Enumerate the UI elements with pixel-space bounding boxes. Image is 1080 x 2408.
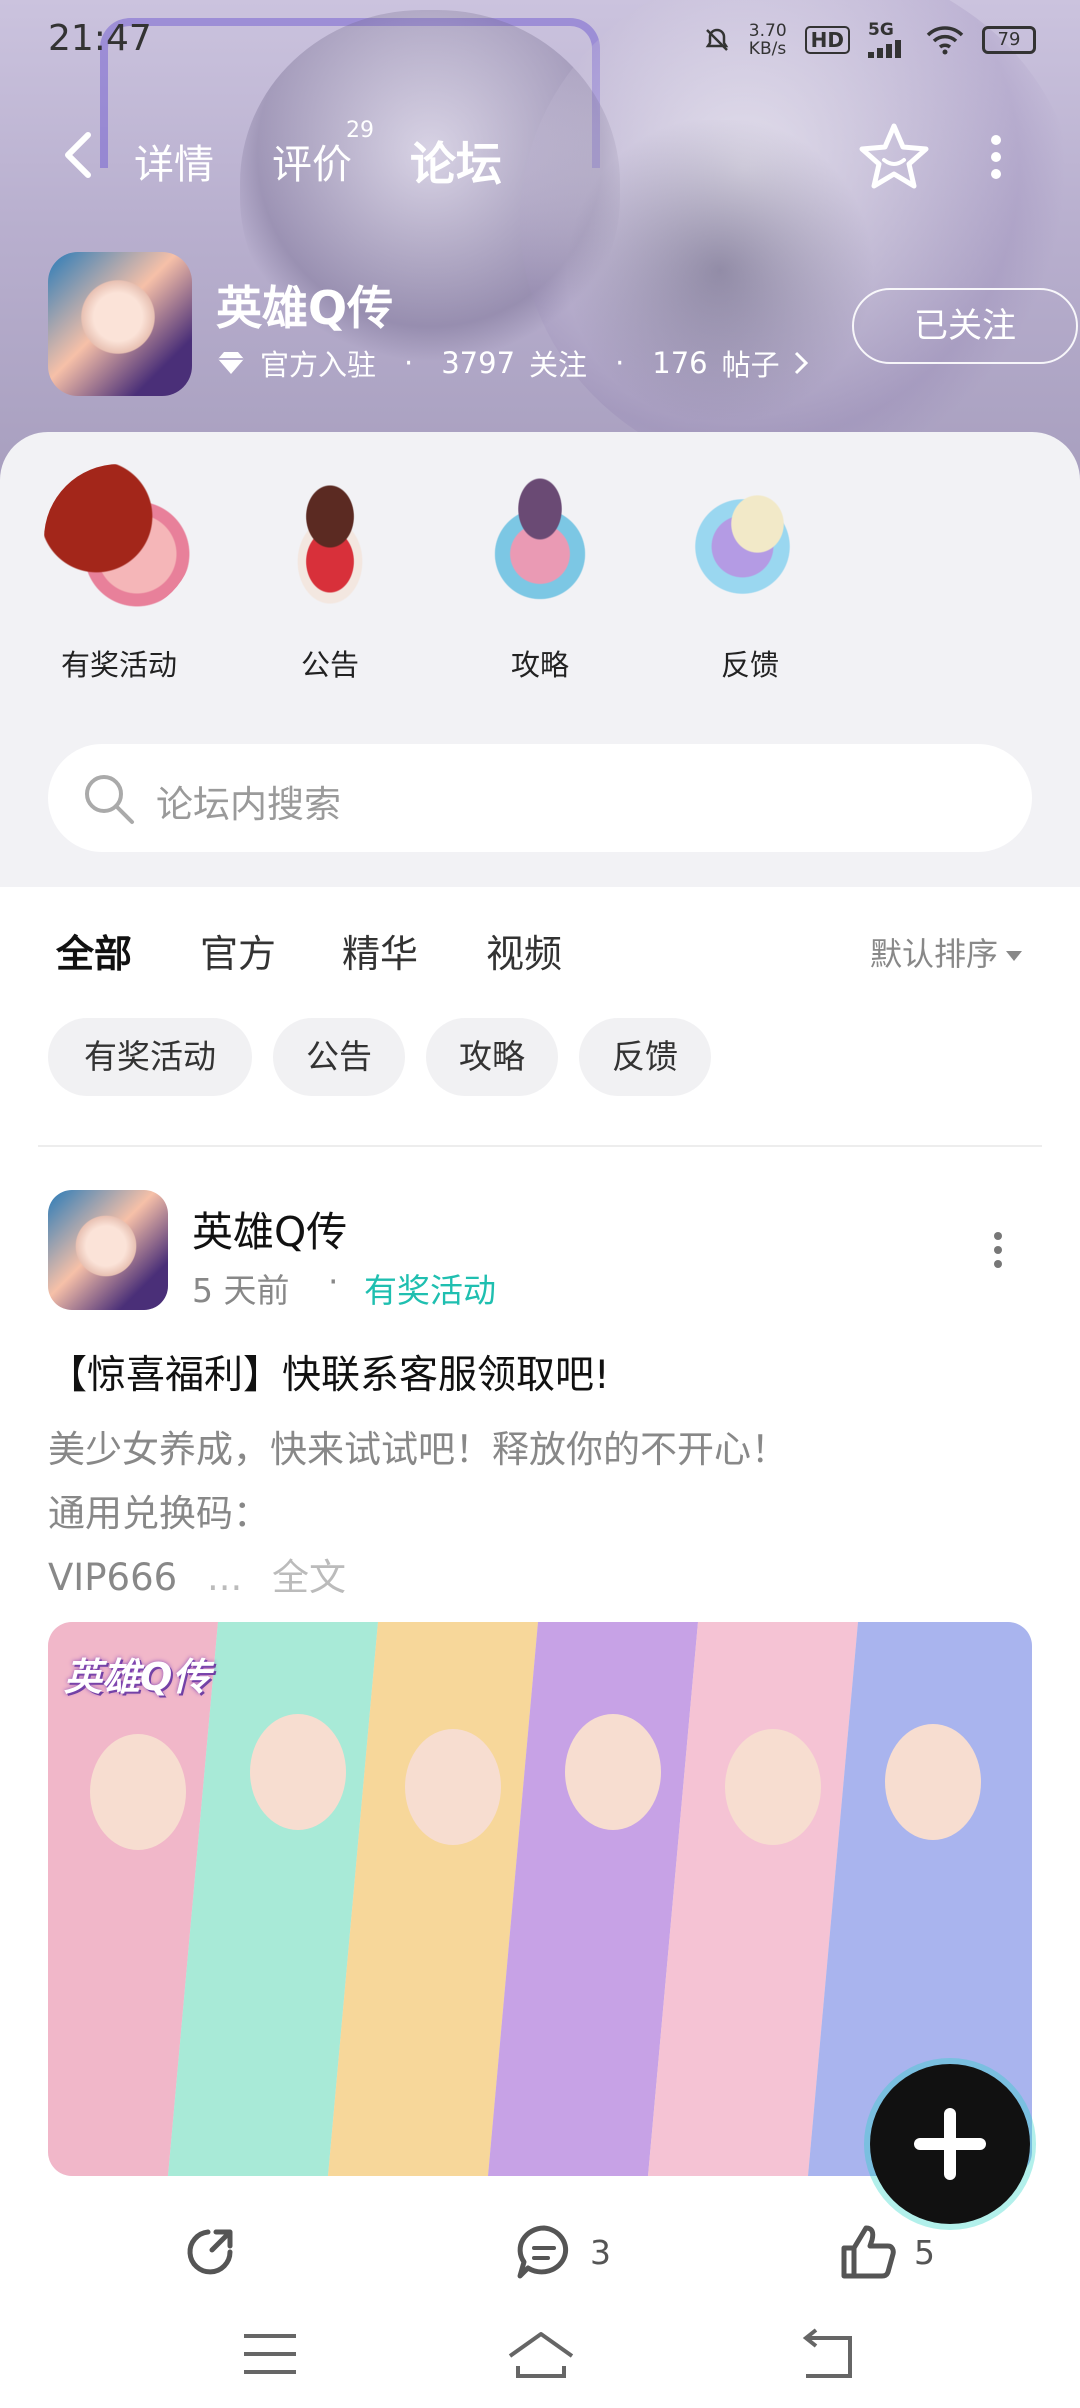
tab-details[interactable]: 详情 <box>134 132 214 190</box>
post-separator: · <box>328 1262 339 1301</box>
chip-rewards[interactable]: 有奖活动 <box>48 1018 252 1096</box>
followed-button[interactable]: 已关注 <box>852 288 1078 364</box>
system-navigation-bar <box>0 2300 1080 2408</box>
game-icon[interactable] <box>48 252 192 396</box>
comment-icon <box>517 2225 569 2279</box>
filter-tab-featured[interactable]: 精华 <box>342 923 418 978</box>
thumbs-up-icon <box>841 2225 896 2279</box>
divider <box>38 1145 1042 1147</box>
tab-forum[interactable]: 论坛 <box>410 128 502 198</box>
menu-icon[interactable] <box>240 2326 300 2382</box>
mute-icon <box>705 28 729 51</box>
category-label: 有奖活动 <box>60 648 177 682</box>
forum-panel: 有奖活动 公告 攻略 反馈 论坛内搜索 <box>0 432 1080 887</box>
follow-label: 关注 <box>529 348 588 382</box>
post-title[interactable]: 【惊喜福利】快联系客服领取吧! <box>48 1344 610 1400</box>
post-body-line: 美少女养成，快来试试吧！释放你的不开心！ <box>48 1428 788 1471</box>
chip-announcements[interactable]: 公告 <box>273 1018 405 1096</box>
tag-chips: 有奖活动 公告 攻略 反馈 <box>0 1018 1080 1098</box>
post-image-art <box>48 1622 1032 2176</box>
game-meta: 官方入驻 · 3797 关注 · 176 帖子 <box>216 342 808 384</box>
category-shortcuts: 有奖活动 公告 攻略 反馈 <box>0 464 1080 684</box>
guides-character-image <box>465 464 615 614</box>
post-author-name[interactable]: 英雄Q传 <box>192 1198 347 1258</box>
sort-dropdown[interactable]: 默认排序 <box>870 929 1023 975</box>
status-icons: 3.70 KB/s HD 5G 79 <box>703 22 1036 58</box>
category-label: 反馈 <box>720 648 779 682</box>
read-full-link[interactable]: 全文 <box>272 1556 346 1599</box>
more-options-icon[interactable] <box>986 132 1006 182</box>
top-navigation: 详情 评价 29 论坛 <box>0 110 1080 200</box>
post-tag[interactable]: 有奖活动 <box>364 1264 496 1312</box>
dropdown-caret-icon <box>1006 951 1023 961</box>
post-body[interactable]: 美少女养成，快来试试吧！释放你的不开心！ 通用兑换码： VIP666 ... 全… <box>48 1418 788 1610</box>
filter-tab-video[interactable]: 视频 <box>486 923 562 978</box>
chip-guides[interactable]: 攻略 <box>426 1018 558 1096</box>
post-time: 5 天前 <box>192 1271 290 1310</box>
favorite-star-icon[interactable] <box>858 120 930 192</box>
search-icon <box>85 775 134 824</box>
signal-icon: 5G <box>868 22 908 58</box>
review-count: 29 <box>346 118 374 143</box>
category-rewards[interactable]: 有奖活动 <box>34 464 204 684</box>
post-author-avatar[interactable] <box>48 1190 168 1310</box>
share-button[interactable] <box>180 2222 240 2282</box>
feedback-character-image <box>675 464 825 614</box>
chevron-right-icon <box>794 351 808 375</box>
chip-feedback[interactable]: 反馈 <box>579 1018 711 1096</box>
follow-count: 3797 <box>441 346 516 380</box>
ellipsis: ... <box>206 1556 243 1599</box>
back-nav-icon[interactable] <box>796 2326 856 2382</box>
status-bar: 21:47 3.70 KB/s HD 5G 79 <box>0 0 1080 80</box>
post-actions: 3 5 <box>0 2222 1080 2288</box>
comment-button[interactable]: 3 <box>514 2222 611 2282</box>
create-post-button[interactable] <box>870 2064 1030 2224</box>
back-arrow-icon[interactable] <box>58 130 98 180</box>
share-icon <box>187 2229 233 2275</box>
category-guides[interactable]: 攻略 <box>455 464 625 684</box>
like-count: 5 <box>914 2232 935 2272</box>
announcements-character-image <box>255 464 405 614</box>
category-feedback[interactable]: 反馈 <box>665 464 835 684</box>
wifi-icon <box>926 26 964 55</box>
post-body-line: VIP666 ... 全文 <box>48 1556 346 1599</box>
post-body-line: 通用兑换码： <box>48 1492 270 1535</box>
game-header: 英雄Q传 官方入驻 · 3797 关注 · 176 帖子 已关注 <box>48 252 1078 398</box>
home-icon[interactable] <box>506 2326 576 2382</box>
tab-reviews[interactable]: 评价 29 <box>272 118 374 190</box>
net-speed: 3.70 KB/s <box>748 21 787 59</box>
post-label: 帖子 <box>721 348 780 382</box>
status-time: 21:47 <box>48 18 152 59</box>
hd-badge: HD <box>804 26 850 54</box>
category-label: 公告 <box>300 648 359 682</box>
filter-tab-all[interactable]: 全部 <box>56 923 132 984</box>
filter-tab-official[interactable]: 官方 <box>200 923 276 978</box>
like-button[interactable]: 5 <box>838 2222 935 2282</box>
search-placeholder: 论坛内搜索 <box>156 783 341 826</box>
filter-tabs: 全部 官方 精华 视频 默认排序 <box>0 887 1080 1012</box>
category-announcements[interactable]: 公告 <box>245 464 415 684</box>
post-count-link[interactable]: 176 帖子 <box>652 342 808 384</box>
comment-count: 3 <box>590 2232 611 2272</box>
post-count: 176 <box>652 346 708 380</box>
rewards-character-image <box>44 464 194 614</box>
battery-icon: 79 <box>982 26 1036 54</box>
post-more-icon[interactable] <box>990 1230 1006 1270</box>
category-label: 攻略 <box>510 648 569 682</box>
official-label: 官方入驻 <box>260 348 377 382</box>
diamond-icon <box>218 352 244 374</box>
forum-search-input[interactable]: 论坛内搜索 <box>48 744 1032 852</box>
game-title: 英雄Q传 <box>216 281 394 335</box>
post-image[interactable]: 英雄Q传 <box>48 1622 1032 2176</box>
image-logo-text: 英雄Q传 <box>64 1655 211 1699</box>
